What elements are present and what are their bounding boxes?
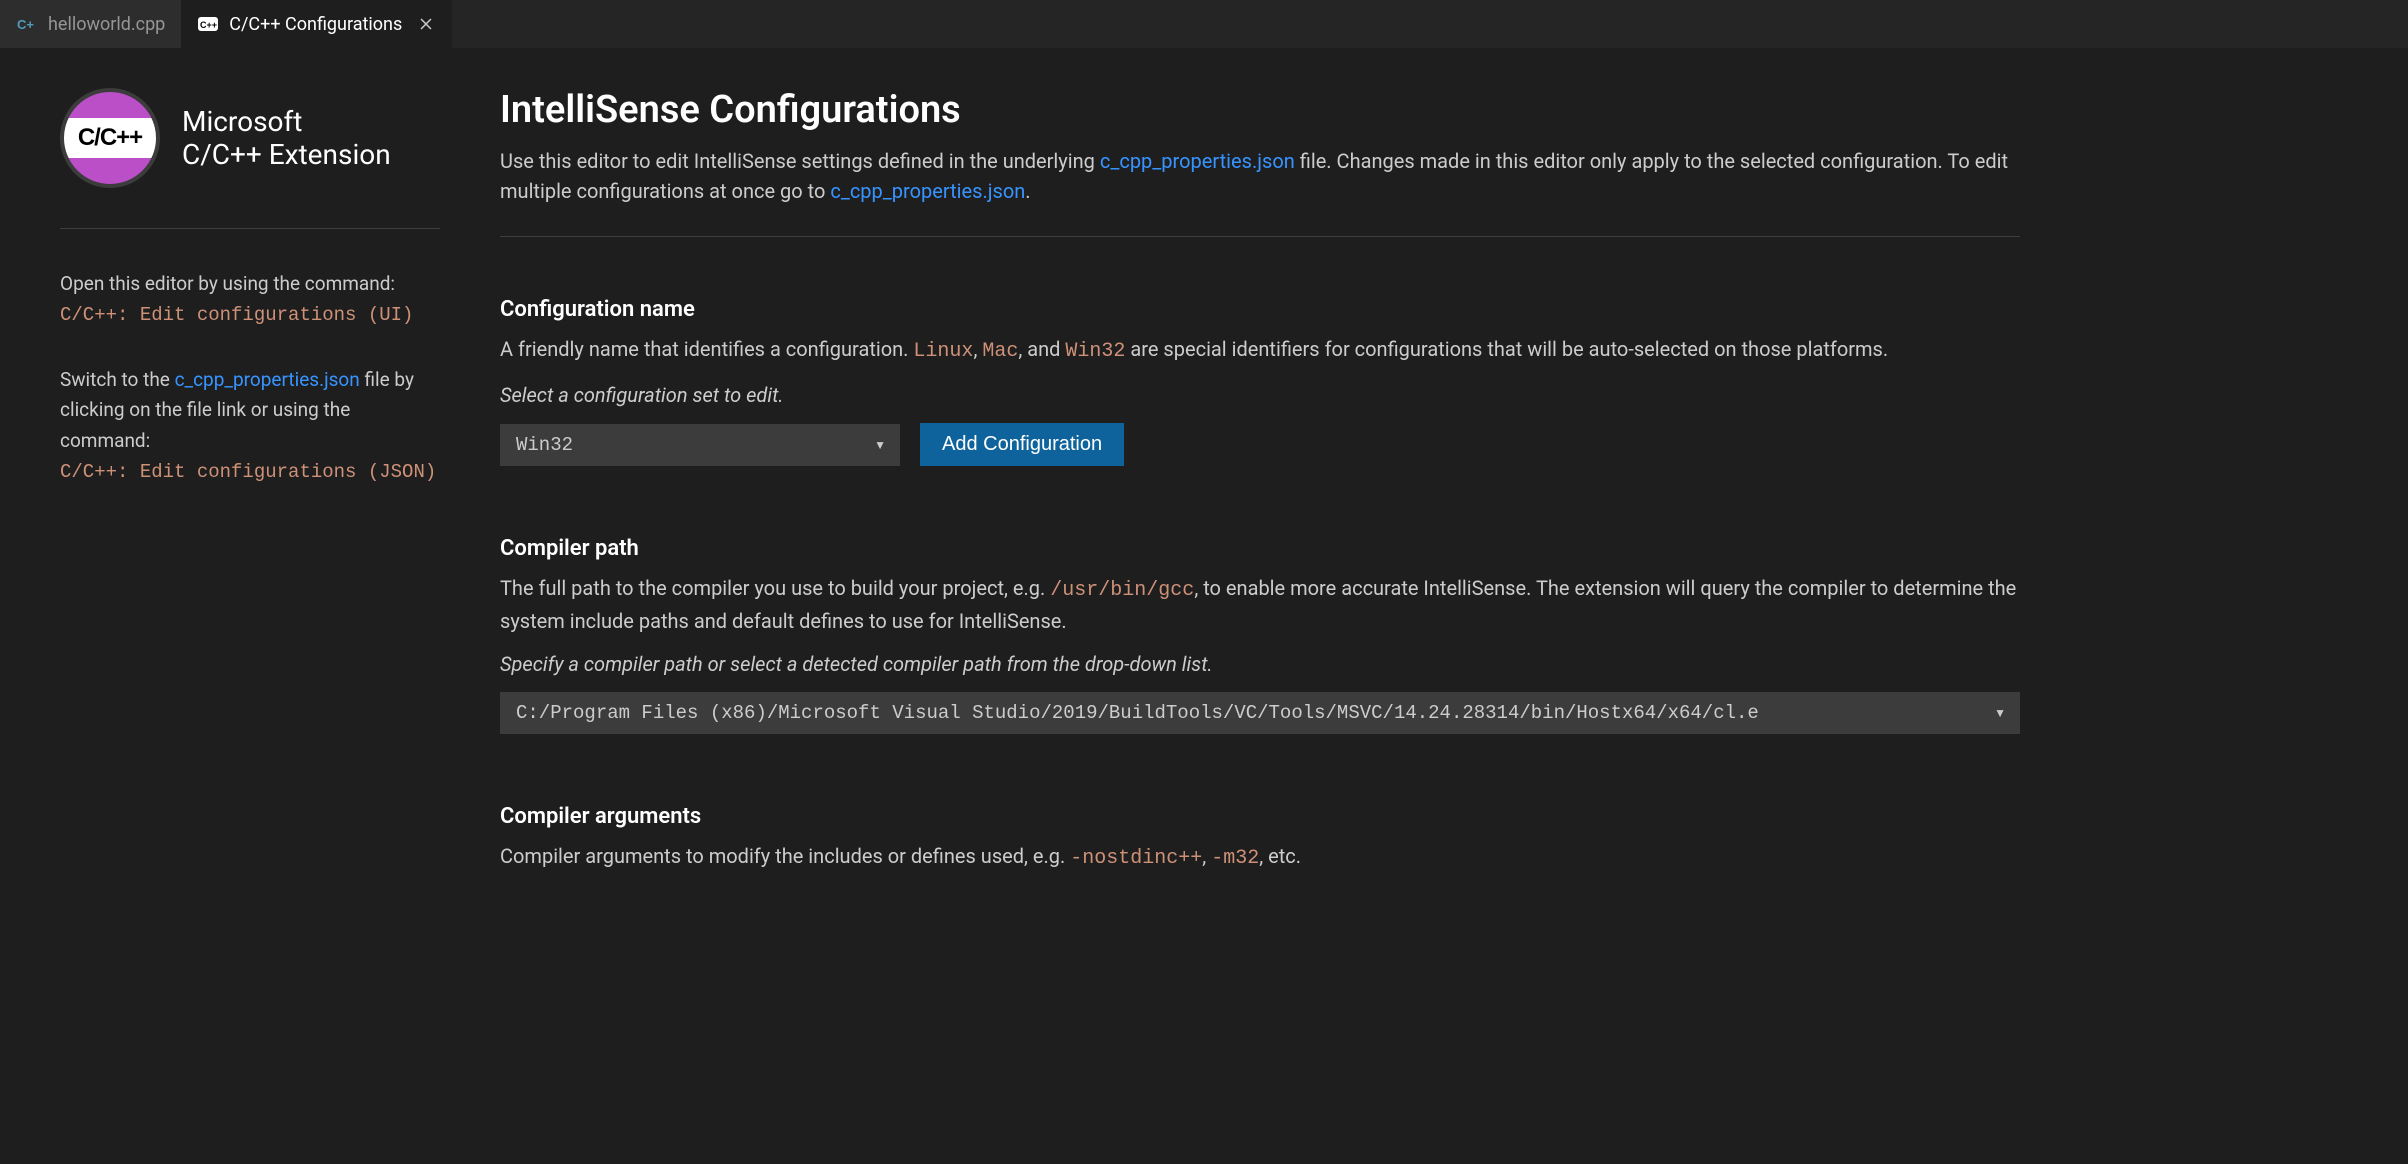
branding-title: Microsoft	[182, 105, 391, 138]
main-content: IntelliSense Configurations Use this edi…	[500, 88, 2020, 1124]
section-title: Compiler arguments	[500, 804, 2020, 829]
code-mac: Mac	[982, 340, 1018, 363]
close-icon[interactable]	[416, 14, 436, 34]
config-select-wrapper: Win32 ▼	[500, 424, 900, 466]
main-divider	[500, 236, 2020, 237]
add-configuration-button[interactable]: Add Configuration	[920, 423, 1124, 466]
compiler-path-input[interactable]	[500, 692, 2020, 734]
code-win32: Win32	[1065, 340, 1125, 363]
section-description: Compiler arguments to modify the include…	[500, 841, 2020, 874]
switch-file-hint: Switch to the c_cpp_properties.json file…	[60, 365, 440, 488]
content-area: C/C++ Microsoft C/C++ Extension Open thi…	[0, 48, 2408, 1164]
section-description: The full path to the compiler you use to…	[500, 573, 2020, 636]
properties-json-link[interactable]: c_cpp_properties.json	[175, 368, 360, 391]
command-text: C/C++: Edit configurations (JSON)	[60, 461, 436, 483]
compiler-path-section: Compiler path The full path to the compi…	[500, 536, 2020, 734]
code-nostdinc: -nostdinc++	[1070, 847, 1202, 870]
config-select[interactable]: Win32	[500, 424, 900, 466]
code-linux: Linux	[913, 340, 973, 363]
tab-configurations[interactable]: C++ C/C++ Configurations	[181, 0, 452, 48]
sidebar-divider	[60, 228, 440, 229]
section-title: Configuration name	[500, 297, 2020, 322]
logo-section: C/C++ Microsoft C/C++ Extension	[60, 88, 440, 188]
section-title: Compiler path	[500, 536, 2020, 561]
section-hint: Select a configuration set to edit.	[500, 383, 2020, 407]
page-description: Use this editor to edit IntelliSense set…	[500, 146, 2020, 206]
hint-text: Open this editor by using the command:	[60, 272, 395, 295]
logo-text: C/C++	[78, 124, 142, 152]
compiler-args-section: Compiler arguments Compiler arguments to…	[500, 804, 2020, 874]
config-name-section: Configuration name A friendly name that …	[500, 297, 2020, 466]
cpp-file-icon: C+	[16, 13, 38, 35]
extension-logo: C/C++	[60, 88, 160, 188]
tab-label: helloworld.cpp	[48, 14, 165, 35]
open-editor-hint: Open this editor by using the command: C…	[60, 269, 440, 331]
sidebar: C/C++ Microsoft C/C++ Extension Open thi…	[60, 88, 440, 1124]
config-name-form-row: Win32 ▼ Add Configuration	[500, 423, 2020, 466]
svg-text:C++: C++	[200, 20, 217, 30]
section-description: A friendly name that identifies a config…	[500, 334, 2020, 367]
tab-bar: C+ helloworld.cpp C++ C/C++ Configuratio…	[0, 0, 2408, 48]
tab-label: C/C++ Configurations	[229, 14, 402, 35]
config-file-icon: C++	[197, 13, 219, 35]
properties-json-link[interactable]: c_cpp_properties.json	[1100, 149, 1295, 173]
properties-json-link[interactable]: c_cpp_properties.json	[830, 179, 1025, 203]
page-title: IntelliSense Configurations	[500, 88, 2020, 132]
branding-text: Microsoft C/C++ Extension	[182, 105, 391, 171]
branding-subtitle: C/C++ Extension	[182, 138, 391, 171]
code-gcc-path: /usr/bin/gcc	[1050, 579, 1194, 602]
command-text: C/C++: Edit configurations (UI)	[60, 304, 413, 326]
compiler-path-wrapper: ▼	[500, 692, 2020, 734]
switch-text-prefix: Switch to the	[60, 368, 175, 391]
code-m32: -m32	[1211, 847, 1259, 870]
section-hint: Specify a compiler path or select a dete…	[500, 652, 2020, 676]
svg-text:C+: C+	[17, 17, 34, 32]
tab-helloworld[interactable]: C+ helloworld.cpp	[0, 0, 181, 48]
